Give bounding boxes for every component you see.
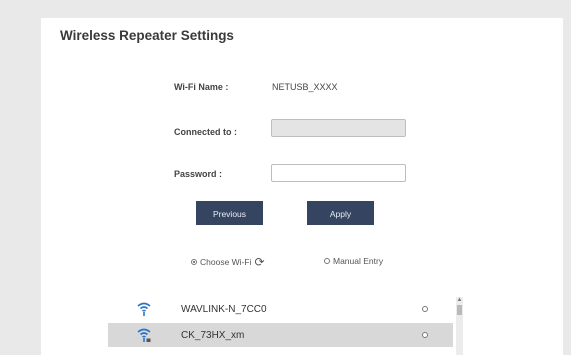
- wifi-ssid: WAVLINK-N_7CC0: [181, 303, 267, 315]
- connected-to-label: Connected to :: [174, 127, 237, 137]
- wifi-ssid: CK_73HX_xm: [181, 329, 245, 341]
- manual-entry-radio[interactable]: [324, 258, 330, 264]
- manual-entry-label: Manual Entry: [333, 256, 384, 266]
- wifi-network-row[interactable]: WAVLINK-N_7CC0: [108, 297, 453, 321]
- manual-entry-option[interactable]: Manual Entry: [324, 256, 383, 266]
- wifi-select-radio[interactable]: [422, 306, 428, 312]
- wifi-select-radio[interactable]: [422, 332, 428, 338]
- connected-to-field: [271, 119, 406, 137]
- previous-button[interactable]: Previous: [196, 201, 263, 225]
- page-title: Wireless Repeater Settings: [60, 28, 234, 43]
- wifi-locked-signal-icon: [137, 328, 151, 342]
- choose-wifi-radio[interactable]: [191, 259, 197, 265]
- wifi-signal-icon: [137, 302, 151, 316]
- wifi-name-value: NETUSB_XXXX: [272, 82, 338, 92]
- apply-button[interactable]: Apply: [307, 201, 374, 225]
- wifi-name-label: Wi-Fi Name :: [174, 82, 229, 92]
- list-scrollbar[interactable]: ▲: [456, 297, 463, 355]
- scroll-up-icon[interactable]: ▲: [456, 297, 463, 304]
- refresh-icon[interactable]: ⟳: [254, 256, 264, 268]
- scroll-thumb[interactable]: [457, 305, 462, 315]
- wifi-network-list: WAVLINK-N_7CC0 CK_73HX_xm ▲: [108, 297, 463, 355]
- wifi-network-row-selected[interactable]: CK_73HX_xm: [108, 323, 453, 347]
- choose-wifi-label: Choose Wi-Fi: [200, 257, 252, 267]
- password-field[interactable]: [271, 164, 406, 182]
- password-label: Password :: [174, 169, 223, 179]
- repeater-settings-panel: Wireless Repeater Settings Wi-Fi Name : …: [41, 18, 563, 355]
- choose-wifi-option[interactable]: Choose Wi-Fi ⟳: [191, 256, 265, 268]
